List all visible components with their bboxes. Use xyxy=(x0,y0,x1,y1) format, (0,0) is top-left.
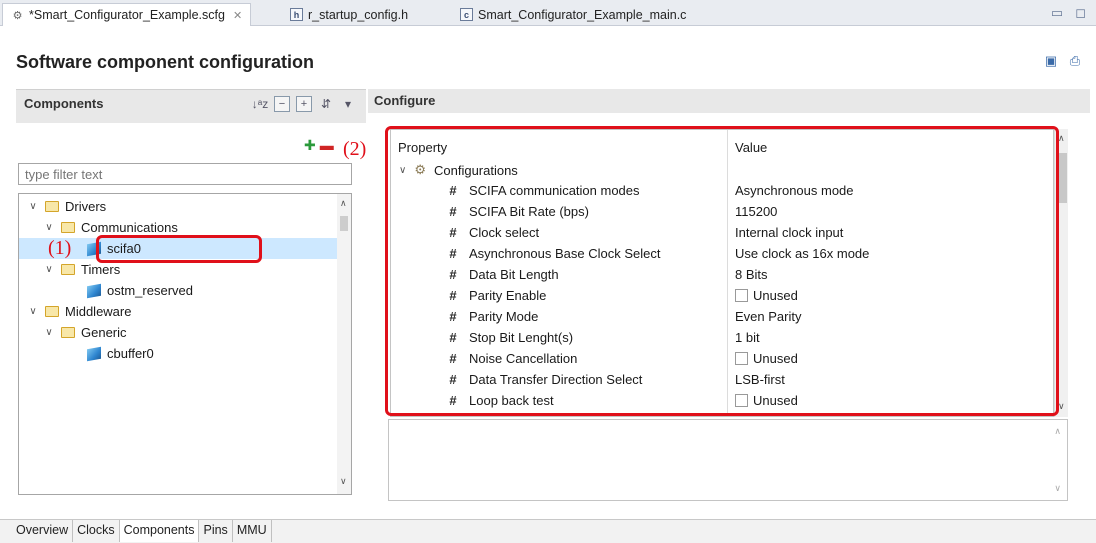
component-icon xyxy=(87,346,101,361)
configure-header: Configure xyxy=(368,89,1090,113)
filter-view-icon[interactable]: ⇵ xyxy=(318,96,334,112)
tab-scfg[interactable]: ⚙ *Smart_Configurator_Example.scfg ✕ xyxy=(2,3,252,26)
chevron-down-icon[interactable]: ∨ xyxy=(43,327,55,338)
components-header: Components ↓ᵃz − + ⇵ ▾ xyxy=(16,89,366,123)
page-title: Software component configuration xyxy=(16,52,315,72)
tree-item-ostm-reserved[interactable]: ostm_reserved xyxy=(87,280,193,301)
chevron-down-icon[interactable]: ∨ xyxy=(27,201,39,212)
folder-icon xyxy=(45,201,59,212)
h-file-icon: h xyxy=(290,8,303,21)
tree-item-cbuffer0[interactable]: cbuffer0 xyxy=(87,343,154,364)
add-component-icon[interactable]: ✚ xyxy=(304,137,316,154)
component-actions: ✚ ▬ xyxy=(304,137,334,154)
description-box: ∧ ∨ xyxy=(388,419,1068,501)
tab-main-c[interactable]: c Smart_Configurator_Example_main.c xyxy=(452,3,694,26)
chevron-down-icon[interactable]: ∨ xyxy=(43,264,55,275)
scroll-up-icon[interactable]: ∧ xyxy=(340,198,347,209)
gear-icon: ⚙ xyxy=(12,9,23,22)
tab-r-startup-config[interactable]: h r_startup_config.h xyxy=(282,3,416,26)
components-toolbar: ↓ᵃz − + ⇵ ▾ xyxy=(252,96,356,112)
filter-input[interactable] xyxy=(18,163,352,185)
tab-overview[interactable]: Overview xyxy=(12,520,74,542)
annotation-label-1: (1) xyxy=(48,237,72,259)
tab-label: *Smart_Configurator_Example.scfg xyxy=(29,8,225,22)
minimize-icon[interactable]: ▭ xyxy=(1051,5,1063,21)
annotation-box-2 xyxy=(385,126,1059,416)
folder-icon xyxy=(45,306,59,317)
tree-item-generic[interactable]: ∨ Generic xyxy=(43,322,126,343)
tab-label: r_startup_config.h xyxy=(308,7,409,22)
components-panel: Components ↓ᵃz − + ⇵ ▾ ✚ ▬ ∨ Drivers ∨ C… xyxy=(16,89,366,513)
scrollbar-thumb[interactable] xyxy=(340,216,348,231)
window-controls: ▭ ◻ xyxy=(1051,5,1086,21)
tab-pins[interactable]: Pins xyxy=(199,520,233,542)
tab-clocks[interactable]: Clocks xyxy=(73,520,120,542)
chevron-down-icon[interactable]: ∨ xyxy=(43,222,55,233)
components-title: Components xyxy=(24,96,104,111)
generate-code-icon[interactable]: ▣ xyxy=(1042,52,1060,70)
chevron-down-icon[interactable]: ▾ xyxy=(340,96,356,112)
tree-item-drivers[interactable]: ∨ Drivers xyxy=(27,196,106,217)
tree-scrollbar[interactable]: ∧ ∨ xyxy=(337,194,351,494)
collapse-all-icon[interactable]: − xyxy=(274,96,290,112)
folder-icon xyxy=(61,264,75,275)
scroll-down-icon[interactable]: ∨ xyxy=(340,476,347,487)
close-icon[interactable]: ✕ xyxy=(233,9,242,22)
component-icon xyxy=(87,283,101,298)
print-icon[interactable]: ⎙ xyxy=(1066,52,1084,70)
tree-item-middleware[interactable]: ∨ Middleware xyxy=(27,301,131,322)
folder-icon xyxy=(61,327,75,338)
scroll-up-icon[interactable]: ∧ xyxy=(1054,426,1061,437)
tab-label: Smart_Configurator_Example_main.c xyxy=(478,7,687,22)
chevron-down-icon[interactable]: ∨ xyxy=(27,306,39,317)
editor-tab-bar: ⚙ *Smart_Configurator_Example.scfg ✕ h r… xyxy=(0,0,1096,26)
header-toolbar: ▣ ⎙ xyxy=(1042,52,1084,70)
annotation-label-2: (2) xyxy=(343,138,367,160)
annotation-box-1 xyxy=(96,235,262,263)
tab-components[interactable]: Components xyxy=(119,520,200,542)
bottom-tab-bar: Overview Clocks Components Pins MMU xyxy=(0,519,1096,543)
tab-mmu[interactable]: MMU xyxy=(233,520,272,542)
sort-alpha-icon[interactable]: ↓ᵃz xyxy=(252,96,268,112)
folder-icon xyxy=(61,222,75,233)
remove-component-icon[interactable]: ▬ xyxy=(320,137,334,154)
configure-title: Configure xyxy=(374,93,436,108)
scroll-down-icon[interactable]: ∨ xyxy=(1054,483,1061,494)
expand-all-icon[interactable]: + xyxy=(296,96,312,112)
maximize-icon[interactable]: ◻ xyxy=(1075,5,1086,21)
c-file-icon: c xyxy=(460,8,473,21)
